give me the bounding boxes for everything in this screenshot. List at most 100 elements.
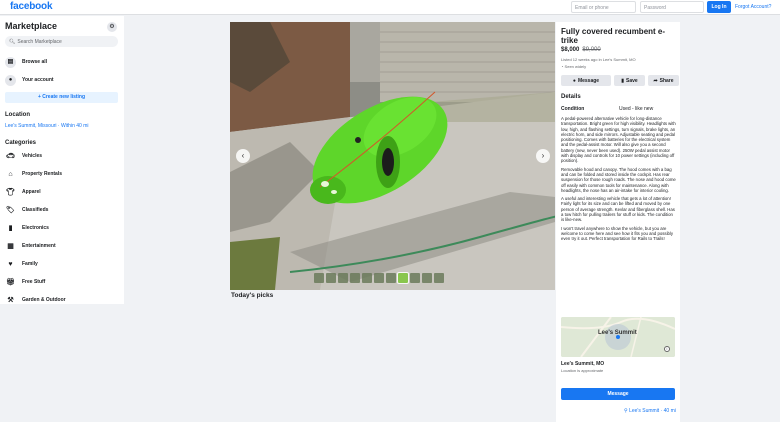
description-paragraph: A useful and interesting vehicle that ge…: [561, 196, 675, 223]
listing-photo-viewer[interactable]: ‹ ›: [230, 22, 555, 290]
forgot-account-link[interactable]: Forgot Account?: [735, 4, 771, 10]
location-heading: Location: [5, 112, 30, 118]
messenger-icon: ●: [572, 77, 576, 84]
category-family[interactable]: ♥ Family: [5, 258, 118, 270]
category-label: Vehicles: [22, 153, 43, 159]
photo-thumbnail[interactable]: [314, 273, 324, 283]
sidebar-item-browse-all[interactable]: ▤ Browse all: [5, 56, 118, 68]
photo-thumbnail[interactable]: [410, 273, 420, 283]
category-label: Free Stuff: [22, 279, 46, 285]
photo-thumbnail[interactable]: [386, 273, 396, 283]
category-entertainment[interactable]: ▦ Entertainment: [5, 240, 118, 252]
category-garden-outdoor[interactable]: ⚒ Garden & Outdoor: [5, 294, 118, 306]
eye-icon: ◔: [561, 64, 564, 69]
search-input[interactable]: 🔍︎ Search Marketplace: [5, 36, 118, 47]
search-placeholder: Search Marketplace: [17, 39, 62, 45]
film-icon: ▦: [7, 242, 14, 250]
categories-heading: Categories: [5, 140, 37, 146]
bottom-location-link[interactable]: ⚲ Lee's Summit · 40 mi: [624, 408, 676, 414]
photo-thumbnail[interactable]: [350, 273, 360, 283]
category-vehicles[interactable]: 🚗︎ Vehicles: [5, 150, 118, 162]
current-price: $8,000: [561, 47, 580, 53]
house-icon: ⌂: [8, 170, 13, 178]
listing-city: Lee's Summit, MO: [561, 361, 605, 367]
share-button-label: Share: [659, 77, 674, 84]
listed-time: Listed 12 weeks ago in Lee's Summit, MO: [561, 57, 636, 62]
listing-description: A pedal-powered alternative vehicle for …: [561, 116, 676, 315]
photo-thumbnail[interactable]: [434, 273, 444, 283]
category-apparel[interactable]: 👕︎ Apparel: [5, 186, 118, 198]
location-map[interactable]: Lee's Summit i: [561, 317, 675, 357]
phone-icon: ▮: [8, 224, 13, 232]
details-heading: Details: [561, 94, 581, 100]
listing-actions: ● Message ▮ Save ➦ Share: [561, 75, 679, 86]
description-paragraph: I won't travel anywhere to show the vehi…: [561, 225, 674, 242]
gear-icon[interactable]: ⚙: [107, 22, 117, 32]
sidebar-item-label: Your account: [22, 77, 54, 83]
description-paragraph: A pedal-powered alternative vehicle for …: [561, 116, 676, 164]
photo-thumbnail[interactable]: [397, 272, 409, 284]
listing-price: $8,000 $9,000: [561, 47, 601, 53]
vehicle-photo: [230, 22, 555, 290]
condition-value: Used - like new: [619, 106, 654, 112]
gift-icon: 🎁︎: [6, 278, 15, 286]
sidebar-item-your-account[interactable]: ● Your account: [5, 74, 118, 86]
photo-thumbnail[interactable]: [338, 273, 348, 283]
share-button[interactable]: ➦ Share: [648, 75, 679, 86]
category-classifieds[interactable]: 🏷︎ Classifieds: [5, 204, 118, 216]
listing-title: Fully covered recumbent e-trike: [561, 27, 666, 45]
car-icon: 🚗︎: [6, 152, 15, 160]
category-label: Entertainment: [22, 243, 56, 249]
next-photo-button[interactable]: ›: [536, 149, 550, 163]
shovel-icon: ⚒: [7, 296, 14, 304]
location-filter-link[interactable]: Lee's Summit, Missouri · Within 40 mi: [5, 123, 88, 129]
map-graphic: [561, 317, 675, 357]
message-seller-button[interactable]: ● Message: [561, 75, 611, 86]
original-price: $9,000: [582, 47, 601, 53]
heart-icon: ♥: [8, 260, 13, 268]
todays-picks-heading: Today's picks: [231, 292, 274, 299]
sidebar-item-label: Browse all: [22, 59, 48, 65]
map-city-label: Lee's Summit: [598, 330, 637, 336]
category-free-stuff[interactable]: 🎁︎ Free Stuff: [5, 276, 118, 288]
share-icon: ➦: [653, 77, 658, 84]
info-icon[interactable]: i: [664, 346, 670, 352]
photo-thumbnail[interactable]: [374, 273, 384, 283]
create-listing-button[interactable]: + Create new listing: [5, 92, 118, 103]
user-icon: ●: [5, 74, 16, 86]
photo-thumbnail[interactable]: [362, 273, 372, 283]
photo-thumbnail[interactable]: [422, 273, 432, 283]
tag-icon: 🏷︎: [6, 206, 15, 214]
description-paragraph: Removable hood and canopy. The hood come…: [561, 166, 676, 193]
category-label: Electronics: [22, 225, 49, 231]
previous-photo-button[interactable]: ‹: [236, 149, 250, 163]
category-label: Garden & Outdoor: [22, 297, 66, 303]
facebook-logo[interactable]: facebook: [10, 1, 53, 12]
category-electronics[interactable]: ▮ Electronics: [5, 222, 118, 234]
login-button[interactable]: Log In: [707, 1, 731, 13]
location-pin-icon: ⚲: [624, 408, 628, 414]
save-button[interactable]: ▮ Save: [614, 75, 645, 86]
bottom-location-label: Lee's Summit · 40 mi: [629, 408, 676, 414]
category-label: Property Rentals: [22, 171, 63, 177]
marketplace-sidebar: Marketplace ⚙ 🔍︎ Search Marketplace ▤ Bro…: [0, 16, 124, 304]
category-label: Apparel: [22, 189, 41, 195]
email-field[interactable]: Email or phone: [571, 1, 636, 13]
send-message-button[interactable]: Message: [561, 388, 675, 400]
password-field[interactable]: Password: [640, 1, 704, 13]
sidebar-title: Marketplace: [5, 21, 58, 31]
listing-details-panel: Fully covered recumbent e-trike $8,000 $9…: [556, 22, 680, 422]
top-navigation-bar: facebook Email or phone Password Log In …: [0, 0, 780, 15]
condition-label: Condition: [561, 106, 585, 112]
bookmark-icon: ▮: [621, 77, 625, 84]
photo-thumbnail[interactable]: [326, 273, 336, 283]
category-label: Family: [22, 261, 38, 267]
shirt-icon: 👕︎: [6, 188, 15, 196]
category-label: Classifieds: [22, 207, 49, 213]
category-property-rentals[interactable]: ⌂ Property Rentals: [5, 168, 118, 180]
seen-status: ◔ Seen widely: [561, 64, 586, 69]
seen-status-label: Seen widely: [564, 64, 587, 69]
search-icon: 🔍︎: [9, 39, 16, 45]
photo-thumbnail-strip: [314, 272, 444, 284]
store-icon: ▤: [5, 56, 16, 68]
